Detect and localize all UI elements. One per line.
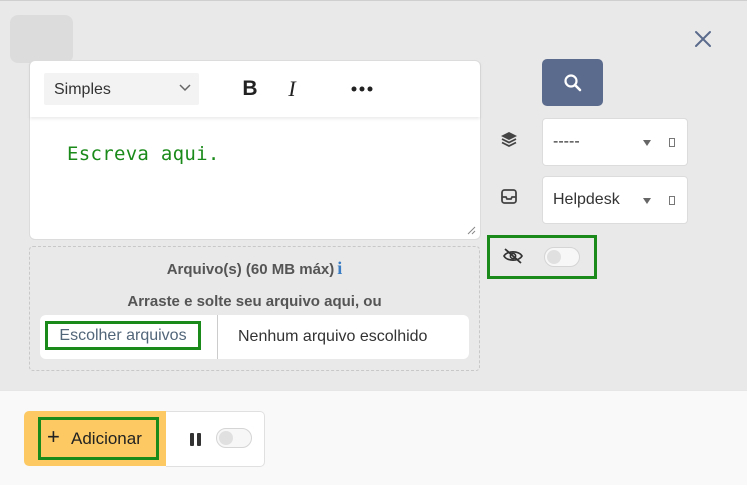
- caret-down-icon: [643, 140, 651, 146]
- bold-button[interactable]: B: [236, 75, 264, 103]
- editor-toolbar: Simples B I: [30, 61, 480, 117]
- choose-files-button[interactable]: Escolher arquivos: [45, 321, 201, 350]
- more-icon: [351, 86, 373, 92]
- square-icon: [669, 138, 675, 147]
- italic-button[interactable]: I: [278, 75, 306, 103]
- avatar-placeholder: [10, 15, 73, 63]
- footer-bar: + Adicionar: [0, 390, 747, 485]
- inbox-select-addon[interactable]: [657, 176, 688, 224]
- pause-icon: [190, 433, 204, 451]
- layers-select-value: -----: [553, 133, 580, 150]
- eye-off-icon: [503, 248, 523, 264]
- inbox-icon: [501, 189, 517, 204]
- file-dropzone[interactable]: Arquivo(s) (60 MB máx) i Arraste e solte …: [29, 246, 480, 371]
- layers-select[interactable]: -----: [542, 118, 659, 166]
- inbox-select[interactable]: Helpdesk: [542, 176, 659, 224]
- hidden-toggle-group: [487, 235, 597, 279]
- info-icon[interactable]: i: [337, 258, 342, 278]
- switch-knob: [547, 250, 561, 264]
- inbox-select-value: Helpdesk: [553, 191, 620, 208]
- close-icon: [695, 31, 711, 47]
- resize-icon[interactable]: [466, 225, 476, 235]
- layers-icon: [501, 132, 517, 148]
- more-options-button[interactable]: [348, 75, 376, 103]
- square-icon: [669, 196, 675, 205]
- chevron-down-icon: [179, 84, 191, 92]
- plus-icon: +: [47, 424, 60, 449]
- text-style-select[interactable]: Simples: [44, 73, 199, 105]
- upload-hint: Arraste e solte seu arquivo aqui, ou: [127, 293, 382, 310]
- search-button[interactable]: [542, 59, 603, 106]
- search-icon: [564, 74, 582, 92]
- add-button-highlight: + Adicionar: [38, 417, 159, 460]
- close-button[interactable]: [690, 26, 716, 52]
- top-divider: [0, 0, 747, 1]
- caret-down-icon: [643, 198, 651, 204]
- comment-editor: Simples B I Escreva aqui.: [29, 60, 481, 240]
- add-button[interactable]: + Adicionar: [24, 411, 166, 466]
- pause-group: [166, 411, 265, 467]
- upload-title-text: Arquivo(s) (60 MB máx): [166, 261, 335, 278]
- file-input[interactable]: Escolher arquivos Nenhum arquivo escolhi…: [40, 315, 469, 359]
- editor-text-area[interactable]: Escreva aqui.: [67, 143, 220, 165]
- hidden-toggle-switch[interactable]: [544, 247, 580, 267]
- text-style-value: Simples: [54, 81, 111, 98]
- layers-select-addon[interactable]: [657, 118, 688, 166]
- add-button-label: Adicionar: [71, 429, 142, 448]
- upload-title: Arquivo(s) (60 MB máx) i: [30, 258, 479, 279]
- file-input-divider: [217, 315, 218, 359]
- no-file-label: Nenhum arquivo escolhido: [238, 328, 428, 345]
- pause-toggle-switch[interactable]: [216, 428, 252, 448]
- switch-knob: [219, 431, 233, 445]
